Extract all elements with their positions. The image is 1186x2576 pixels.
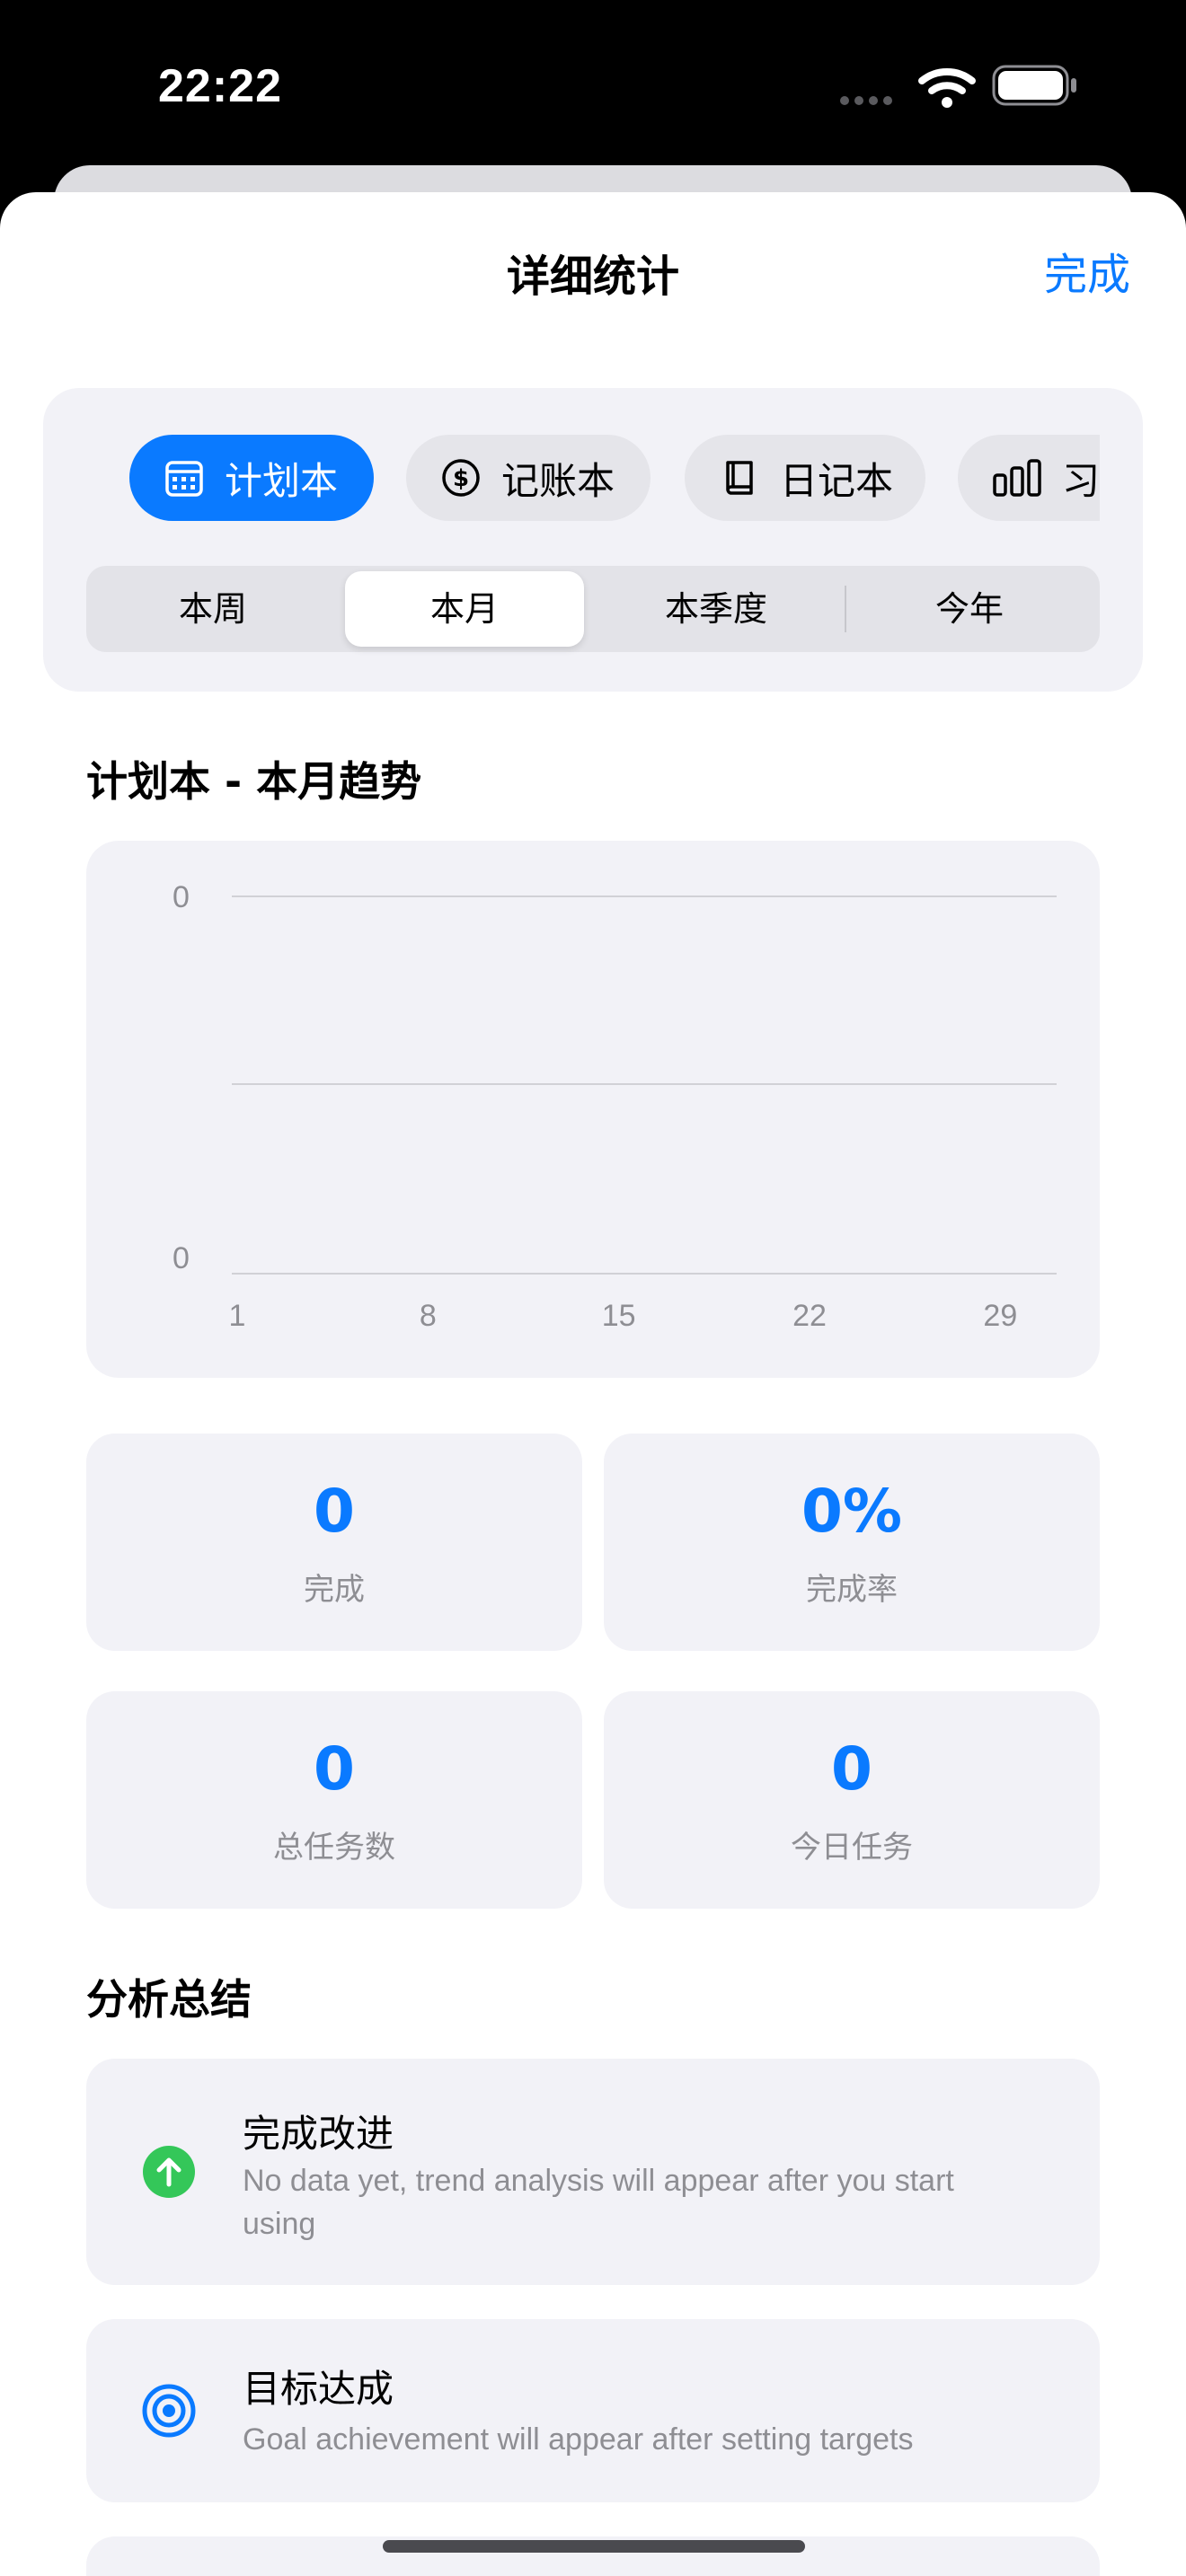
trend-chart: 00 1 8 15 22 29	[173, 880, 1057, 1333]
stat-label: 总任务数	[273, 1830, 395, 1866]
category-chip-accounting[interactable]: $ 记账本	[406, 435, 651, 521]
period-year[interactable]: 今年	[850, 571, 1089, 647]
segment-divider	[845, 586, 846, 632]
chart-y-tick-label: 0	[173, 880, 190, 914]
stat-completion-rate: 0% 完成率	[604, 1434, 1100, 1651]
chart-x-tick-label: 29	[983, 1299, 1017, 1333]
trend-title: 计划本 - 本月趋势	[86, 757, 422, 806]
battery-icon	[992, 65, 1076, 106]
period-quarter[interactable]: 本季度	[597, 571, 836, 647]
book-icon	[726, 461, 753, 495]
stat-value: 0	[831, 1734, 872, 1804]
period-month[interactable]: 本月	[345, 571, 584, 647]
target-icon	[142, 2384, 196, 2438]
chart-x-tick-label: 1	[229, 1299, 246, 1333]
category-scroller[interactable]: 计划本 $ 记账本 日记本 习	[86, 435, 1100, 521]
chart-grid	[232, 895, 1057, 1275]
stat-label: 今日任务	[791, 1830, 913, 1866]
chart-x-tick-label: 22	[792, 1299, 827, 1333]
stat-label: 完成	[304, 1572, 365, 1608]
status-icons-svg	[840, 65, 1076, 108]
period-segmented-control: 本周 本月 本季度 今年	[86, 566, 1100, 652]
screen: 22:22 详细统计 完成 计划本 $ 记账本 日记本 习 本周 本月 本季度 …	[0, 0, 1186, 2576]
category-chip-label: 计划本	[225, 458, 339, 503]
dollar-circle-icon: $	[442, 459, 480, 497]
category-chip-habit[interactable]: 习	[958, 435, 1100, 521]
category-chip-diary[interactable]: 日记本	[685, 435, 925, 521]
svg-text:$: $	[453, 465, 469, 492]
stat-value: 0%	[801, 1477, 903, 1546]
stat-total-tasks: 0 总任务数	[86, 1691, 582, 1909]
wifi-icon	[918, 68, 976, 108]
status-icons	[839, 63, 1082, 110]
stat-value: 0	[314, 1734, 355, 1804]
bar-chart-icon	[993, 459, 1041, 497]
cellular-dots-icon	[840, 96, 892, 105]
stat-label: 完成率	[806, 1572, 898, 1608]
stat-value: 0	[314, 1477, 355, 1546]
stat-completed: 0 完成	[86, 1434, 582, 1651]
arrow-up-circle-icon	[143, 2146, 195, 2198]
category-chip-plan[interactable]: 计划本	[129, 435, 374, 521]
chart-x-tick-label: 8	[420, 1299, 437, 1333]
chart-x-tick-label: 15	[602, 1299, 636, 1333]
category-chip-label: 日记本	[780, 458, 894, 503]
calendar-icon	[165, 461, 203, 497]
chart-y-ticks: 00	[173, 880, 190, 1275]
analysis-card-goal: 目标达成 Goal achievement will appear after …	[86, 2319, 1100, 2502]
stat-today-tasks: 0 今日任务	[604, 1691, 1100, 1909]
analysis-item-desc: No data yet, trend analysis will appear …	[243, 2164, 954, 2241]
category-chip-label: 习	[1062, 458, 1100, 503]
analysis-card-improvement: 完成改进 No data yet, trend analysis will ap…	[86, 2059, 1100, 2285]
analysis-section-title: 分析总结	[86, 1975, 252, 2024]
analysis-item-title: 完成改进	[243, 2112, 394, 2156]
analysis-item-title: 目标达成	[243, 2367, 394, 2411]
category-chip-label: 记账本	[501, 458, 615, 503]
chart-y-tick-label: 0	[173, 1241, 190, 1275]
page-title: 详细统计	[506, 251, 679, 302]
chart-x-ticks: 1 8 15 22 29	[229, 1299, 1018, 1333]
home-indicator	[383, 2540, 805, 2553]
done-button[interactable]: 完成	[1044, 239, 1130, 302]
period-week[interactable]: 本周	[93, 571, 332, 647]
status-time: 22:22	[158, 60, 282, 112]
analysis-item-desc: Goal achievement will appear after setti…	[243, 2422, 914, 2457]
